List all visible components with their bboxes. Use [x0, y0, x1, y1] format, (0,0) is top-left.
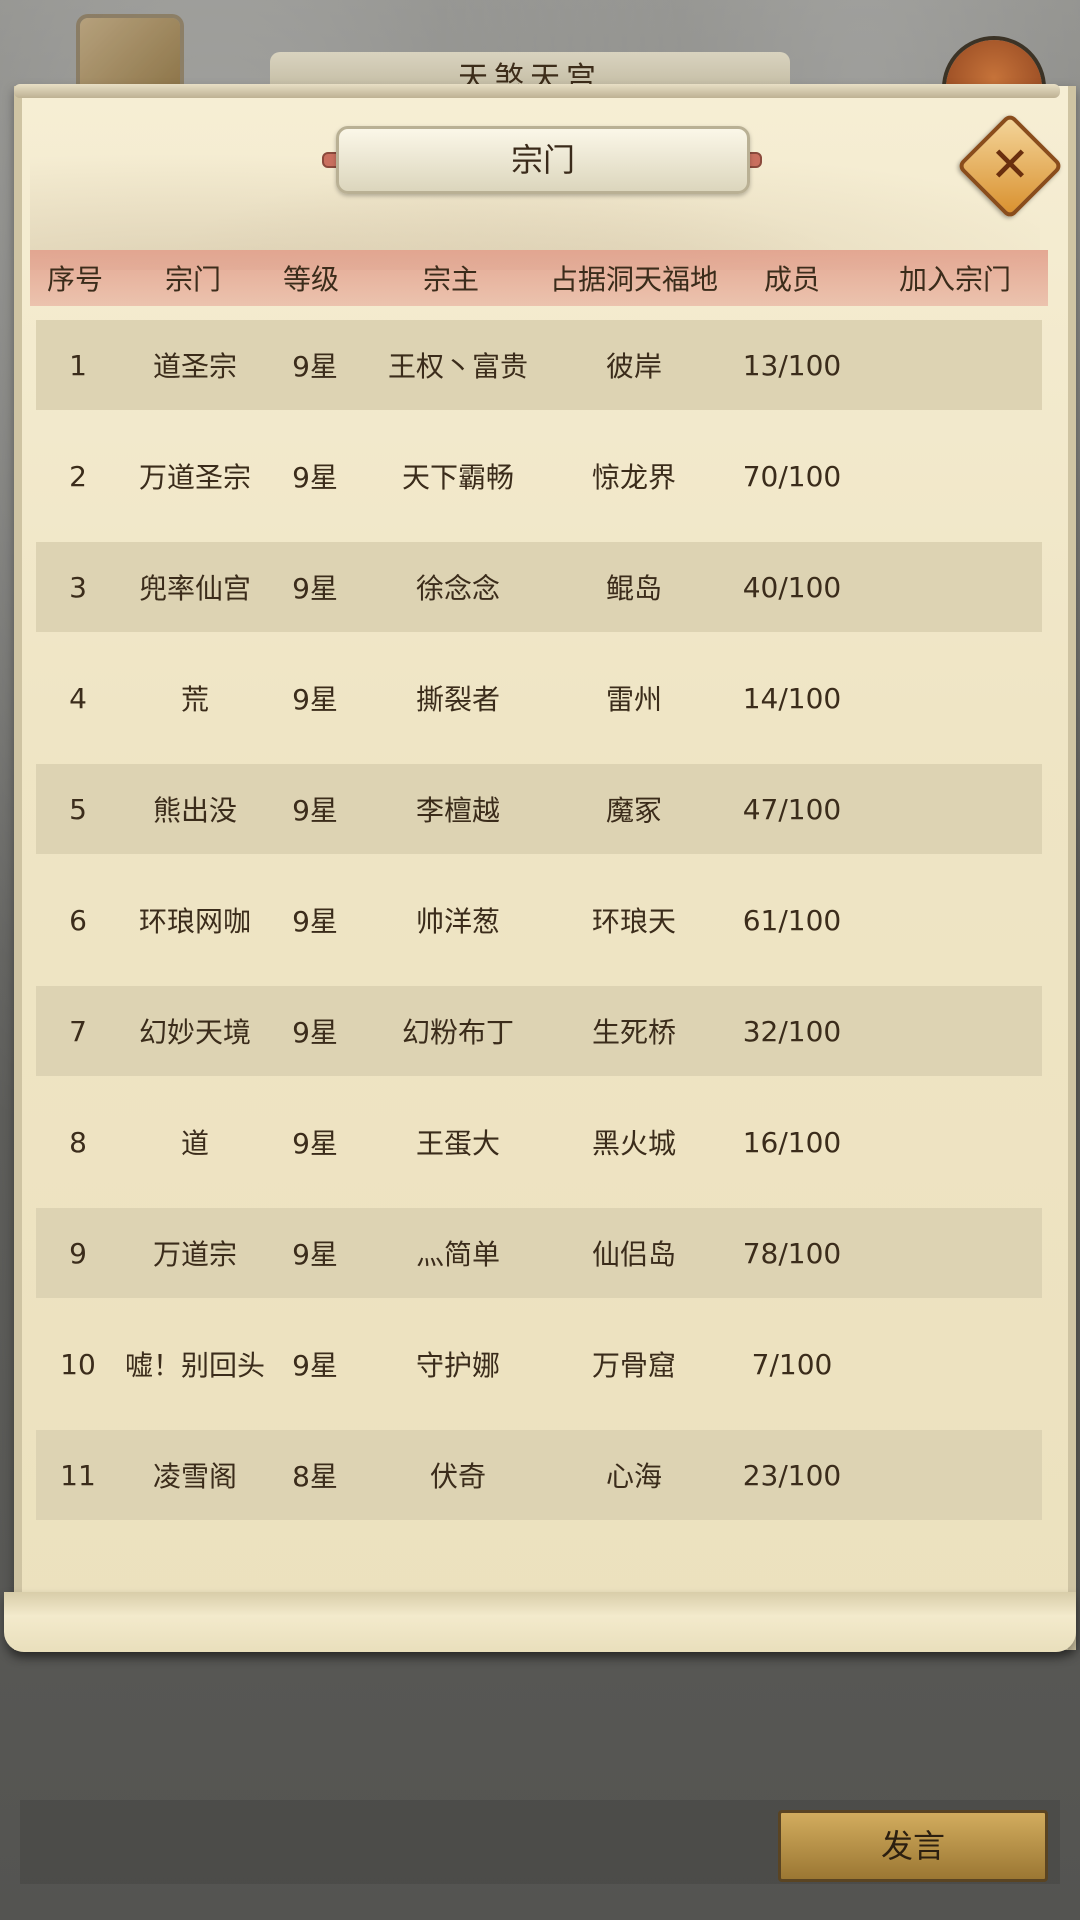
- table-header: 序号 宗门 等级 宗主 占据洞天福地 成员 加入宗门: [30, 250, 1048, 306]
- cell-territory: 惊龙界: [591, 461, 676, 494]
- sect-table: 1 道圣宗 9星 王权丶富贵 彼岸 13/100 2 万道圣宗 9星 天下霸畅 …: [36, 320, 1042, 1541]
- cell-level: 9星: [292, 1349, 338, 1382]
- cell-territory: 环琅天: [591, 905, 676, 938]
- cell-members: 23/100: [742, 1458, 842, 1492]
- speak-button[interactable]: 发言: [778, 1810, 1048, 1882]
- header-level: 等级: [282, 263, 339, 296]
- cell-leader: 徐念念: [415, 572, 500, 605]
- table-row[interactable]: 3 兜率仙宫 9星 徐念念 鲲岛 40/100: [36, 542, 1042, 632]
- cell-members: 32/100: [742, 1014, 842, 1048]
- table-row[interactable]: 6 环琅网咖 9星 帅洋葱 环琅天 61/100: [36, 875, 1042, 965]
- table-row[interactable]: 5 熊出没 9星 李檀越 魔冢 47/100: [36, 764, 1042, 854]
- cell-rank: 6: [69, 903, 87, 937]
- cell-territory: 雷州: [605, 683, 662, 716]
- cell-leader: 守护娜: [415, 1349, 500, 1382]
- scroll-bottom-rod: [4, 1592, 1076, 1652]
- table-row[interactable]: 9 万道宗 9星 灬简单 仙侣岛 78/100: [36, 1208, 1042, 1298]
- table-row[interactable]: 8 道 9星 王蛋大 黑火城 16/100: [36, 1097, 1042, 1187]
- cell-sect: 熊出没: [152, 794, 237, 827]
- cell-members: 40/100: [742, 570, 842, 604]
- table-row[interactable]: 11 凌雪阁 8星 伏奇 心海 23/100: [36, 1430, 1042, 1520]
- cell-members: 14/100: [742, 681, 842, 715]
- cell-territory: 心海: [605, 1460, 662, 1493]
- cell-members: 70/100: [742, 459, 842, 493]
- cell-rank: 4: [69, 681, 87, 715]
- cell-territory: 彼岸: [605, 350, 662, 383]
- cell-members: 13/100: [742, 348, 842, 382]
- cell-leader: 李檀越: [415, 794, 500, 827]
- cell-rank: 11: [60, 1458, 96, 1492]
- cell-sect: 环琅网咖: [138, 905, 251, 938]
- header-join: 加入宗门: [898, 263, 1011, 296]
- cell-rank: 7: [69, 1014, 87, 1048]
- cell-members: 7/100: [751, 1347, 833, 1381]
- cell-territory: 仙侣岛: [591, 1238, 676, 1271]
- cell-level: 9星: [292, 1016, 338, 1049]
- cell-leader: 撕裂者: [415, 683, 500, 716]
- cell-members: 16/100: [742, 1125, 842, 1159]
- cell-rank: 10: [60, 1347, 96, 1381]
- cell-rank: 5: [69, 792, 87, 826]
- table-row[interactable]: 10 嘘！别回头 9星 守护娜 万骨窟 7/100: [36, 1319, 1042, 1409]
- table-row[interactable]: 1 道圣宗 9星 王权丶富贵 彼岸 13/100: [36, 320, 1042, 410]
- header-rank: 序号: [46, 263, 103, 296]
- cell-members: 47/100: [742, 792, 842, 826]
- cell-territory: 魔冢: [605, 794, 662, 827]
- cell-leader: 王权丶富贵: [387, 350, 528, 383]
- cell-territory: 黑火城: [591, 1127, 676, 1160]
- cell-level: 9星: [292, 461, 338, 494]
- table-row[interactable]: 4 荒 9星 撕裂者 雷州 14/100: [36, 653, 1042, 743]
- cell-sect: 幻妙天境: [138, 1016, 251, 1049]
- cell-level: 9星: [292, 350, 338, 383]
- cell-rank: 1: [69, 348, 87, 382]
- cell-leader: 天下霸畅: [401, 461, 514, 494]
- header-sect: 宗门: [164, 263, 221, 296]
- cell-level: 9星: [292, 1238, 338, 1271]
- close-x-icon: ✕: [989, 137, 1031, 193]
- cell-sect: 凌雪阁: [152, 1460, 237, 1493]
- cell-rank: 3: [69, 570, 87, 604]
- table-row[interactable]: 7 幻妙天境 9星 幻粉布丁 生死桥 32/100: [36, 986, 1042, 1076]
- cell-level: 9星: [292, 794, 338, 827]
- cell-leader: 灬简单: [415, 1238, 500, 1271]
- panel-title: 宗门: [336, 126, 750, 194]
- cell-sect: 道: [180, 1127, 209, 1160]
- cell-sect: 荒: [180, 683, 209, 716]
- cell-rank: 2: [69, 459, 87, 493]
- cell-sect: 万道宗: [152, 1238, 237, 1271]
- cell-sect: 万道圣宗: [138, 461, 251, 494]
- cell-level: 8星: [292, 1460, 338, 1493]
- cell-leader: 幻粉布丁: [401, 1016, 514, 1049]
- cell-level: 9星: [292, 905, 338, 938]
- cell-rank: 9: [69, 1236, 87, 1270]
- cell-sect: 嘘！别回头: [124, 1349, 265, 1382]
- table-row[interactable]: 2 万道圣宗 9星 天下霸畅 惊龙界 70/100: [36, 431, 1042, 521]
- cell-leader: 帅洋葱: [415, 905, 500, 938]
- scroll-top-rod: [14, 84, 1060, 98]
- cell-territory: 鲲岛: [605, 572, 662, 605]
- cell-level: 9星: [292, 1127, 338, 1160]
- cell-territory: 生死桥: [591, 1016, 676, 1049]
- cell-level: 9星: [292, 572, 338, 605]
- cell-sect: 道圣宗: [152, 350, 237, 383]
- cell-territory: 万骨窟: [591, 1349, 676, 1382]
- cell-leader: 王蛋大: [415, 1127, 500, 1160]
- header-leader: 宗主: [422, 263, 479, 296]
- cell-members: 78/100: [742, 1236, 842, 1270]
- cell-rank: 8: [69, 1125, 87, 1159]
- header-members: 成员: [763, 263, 820, 296]
- cell-members: 61/100: [742, 903, 842, 937]
- header-territory: 占据洞天福地: [549, 263, 718, 296]
- cell-sect: 兜率仙宫: [138, 572, 251, 605]
- cell-leader: 伏奇: [429, 1460, 486, 1493]
- cell-level: 9星: [292, 683, 338, 716]
